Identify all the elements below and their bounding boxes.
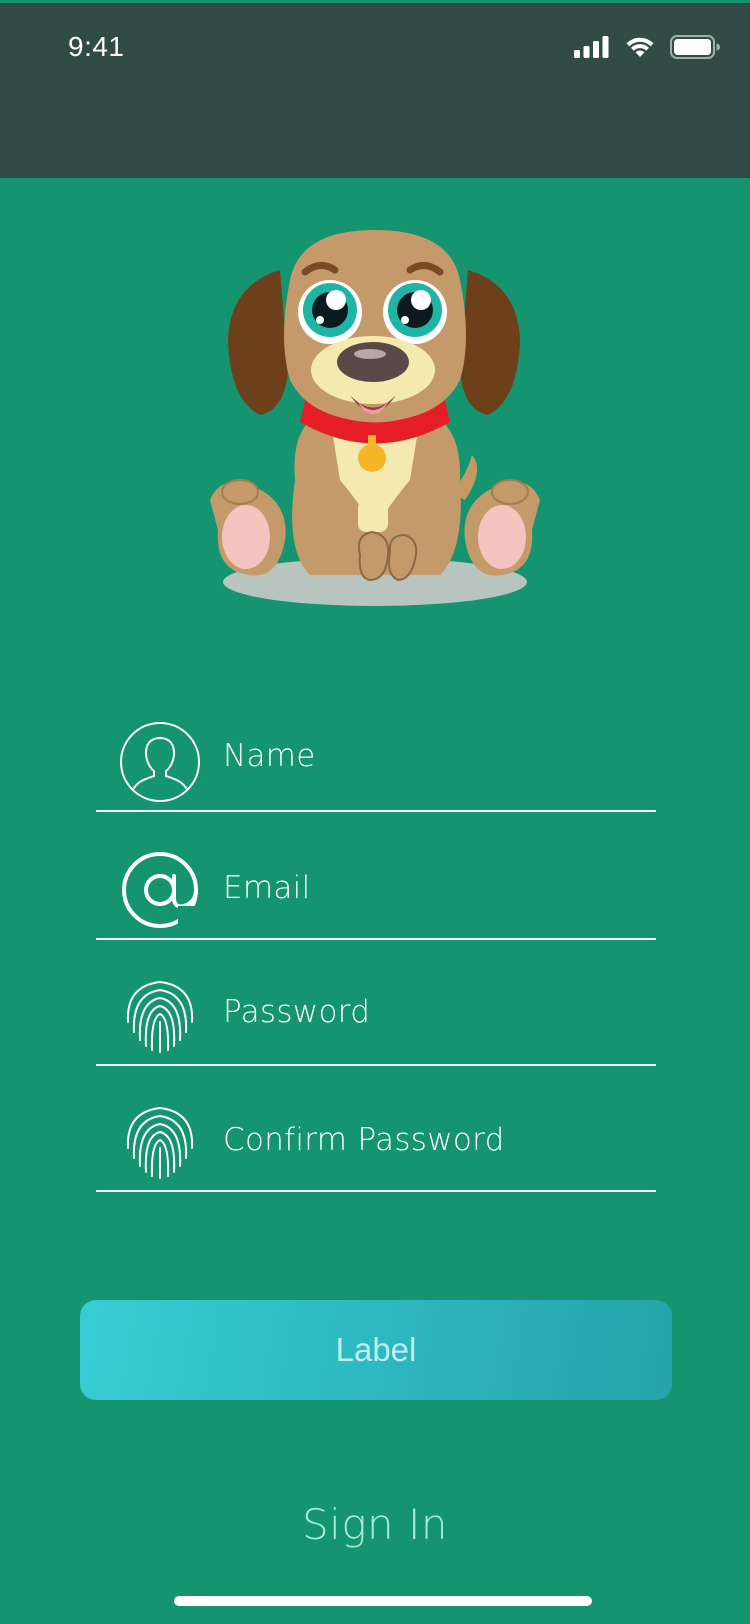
name-field[interactable]: Name xyxy=(96,712,656,812)
status-bar: 9:41 xyxy=(0,0,750,178)
fingerprint-icon xyxy=(126,1106,194,1179)
battery-icon xyxy=(670,35,720,59)
at-sign-icon xyxy=(122,852,202,932)
submit-button[interactable]: Label xyxy=(80,1300,672,1400)
email-field-label: Email xyxy=(223,870,311,906)
fingerprint-icon xyxy=(126,980,194,1053)
name-field-label: Name xyxy=(223,738,316,774)
cellular-signal-icon xyxy=(574,36,609,58)
status-time: 9:41 xyxy=(68,31,125,62)
puppy-mascot-illustration xyxy=(210,230,540,606)
home-indicator xyxy=(174,1596,592,1606)
wifi-icon xyxy=(626,37,654,57)
sign-in-link[interactable]: Sign In xyxy=(0,1500,750,1549)
confirm-password-field[interactable]: Confirm Password xyxy=(96,1092,656,1192)
email-field[interactable]: Email xyxy=(96,840,656,940)
confirm-password-field-label: Confirm Password xyxy=(223,1122,505,1158)
password-field-label: Password xyxy=(223,994,371,1030)
status-icons xyxy=(574,35,720,59)
user-icon xyxy=(120,722,200,802)
password-field[interactable]: Password xyxy=(96,966,656,1066)
